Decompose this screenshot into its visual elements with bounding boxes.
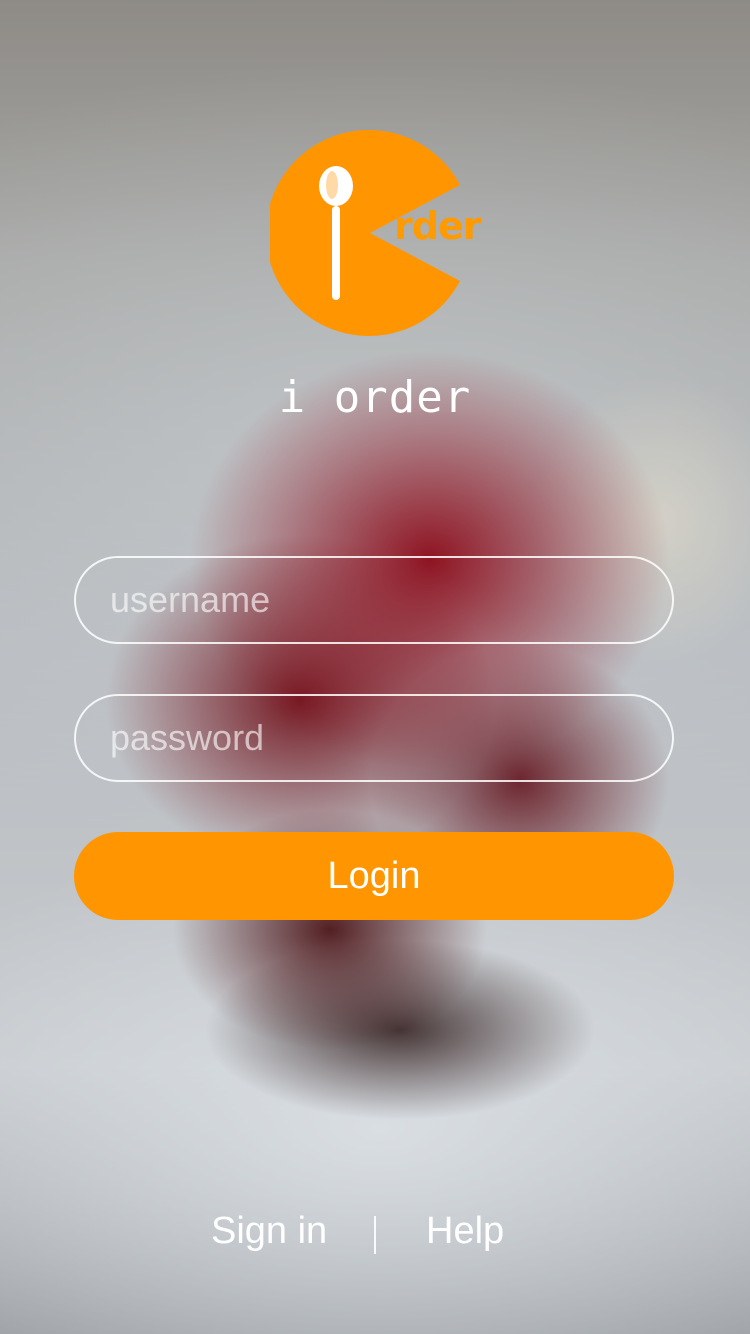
brand-title: i order	[278, 372, 472, 423]
footer-links: Sign in Help	[0, 1210, 750, 1270]
help-link[interactable]: Help	[426, 1210, 504, 1253]
login-screen: rder i order Login Sign in Help	[0, 0, 750, 1334]
logo-wordmark: rder	[394, 204, 481, 248]
password-input[interactable]	[74, 694, 674, 782]
footer-divider	[374, 1216, 376, 1254]
username-input[interactable]	[74, 556, 674, 644]
login-button[interactable]: Login	[74, 832, 674, 920]
sign-in-link[interactable]: Sign in	[211, 1210, 327, 1253]
